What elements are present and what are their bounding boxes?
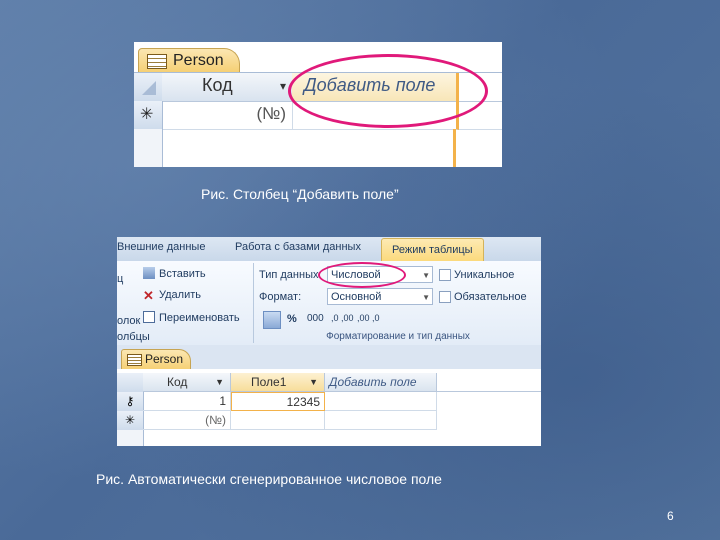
insert-column-label: Вставить: [159, 268, 206, 280]
key-icon: ⚷: [125, 394, 135, 408]
chevron-down-icon[interactable]: ▼: [215, 373, 224, 392]
highlight-ellipse-add-field: [288, 54, 488, 128]
new-record-icon: ✳: [140, 106, 154, 123]
add-field-column-body: [292, 129, 456, 167]
required-checkbox[interactable]: [439, 291, 451, 303]
column-header-add-field-2-label: Добавить поле: [329, 375, 417, 389]
table-tab-person-2[interactable]: Person: [121, 349, 191, 370]
percent-format-button[interactable]: %: [287, 313, 297, 325]
table-tab-label: Person: [173, 52, 224, 69]
column-header-pole1-label: Поле1: [251, 375, 287, 389]
chevron-down-icon[interactable]: ▼: [309, 373, 318, 392]
caption-numeric-field: Рис. Автоматически сгенерированное число…: [96, 471, 442, 487]
chevron-down-icon: ▼: [422, 271, 430, 280]
required-label: Обязательное: [454, 291, 527, 303]
format-select[interactable]: Основной ▼: [327, 288, 433, 305]
data-type-label: Тип данных:: [259, 269, 322, 281]
empty-selector-area-2: [117, 430, 144, 446]
empty-selector-area: [134, 129, 163, 167]
currency-format-icon[interactable]: [263, 311, 281, 329]
header-filler-2: [437, 373, 541, 392]
format-value: Основной: [331, 291, 382, 303]
thousands-format-button[interactable]: 000: [307, 313, 324, 324]
caption-add-field: Рис. Столбец “Добавить поле”: [201, 186, 399, 202]
select-all-corner-2[interactable]: [117, 373, 144, 393]
row2-add-field-cell[interactable]: [325, 411, 437, 430]
unique-checkbox[interactable]: [439, 269, 451, 281]
format-group-label: Форматирование и тип данных: [326, 331, 470, 342]
ribbon-tabs: Внешние данные Работа с базами данных Ре…: [117, 237, 541, 262]
increase-decimals-button[interactable]: ,0 ,00: [331, 313, 354, 323]
tab-external-data[interactable]: Внешние данные: [117, 241, 205, 253]
table-icon: [147, 54, 167, 69]
new-row-kod-cell[interactable]: (№): [162, 101, 293, 130]
row1-add-field-cell[interactable]: [325, 392, 437, 411]
row2-pole1-cell[interactable]: [231, 411, 325, 430]
column-header-kod[interactable]: Код ▾: [162, 73, 293, 102]
decrease-decimals-button[interactable]: ,00 ,0: [357, 313, 380, 323]
rename-icon: [143, 311, 155, 323]
new-record-icon: ✳: [124, 413, 136, 427]
delete-column-label: Удалить: [159, 289, 201, 301]
new-record-selector-2[interactable]: ✳: [117, 411, 144, 431]
select-all-corner[interactable]: [134, 73, 163, 101]
column-header-kod-2[interactable]: Код ▼: [143, 373, 231, 392]
row1-kod-cell[interactable]: 1: [143, 392, 231, 411]
rename-column-label: Переименовать: [159, 312, 240, 324]
rename-column-button[interactable]: Переименовать: [143, 311, 240, 324]
corner-triangle-icon: [142, 81, 156, 95]
insert-column-button[interactable]: Вставить: [143, 267, 206, 280]
left-cut-label-1: ц: [117, 273, 124, 285]
table-tab-label-2: Person: [145, 352, 184, 366]
insert-column-icon: [143, 267, 155, 279]
chevron-down-icon[interactable]: ▾: [280, 79, 286, 93]
column-header-kod-2-label: Код: [167, 375, 188, 389]
column-header-add-field-2[interactable]: Добавить поле: [325, 373, 437, 392]
delete-x-icon: ✕: [143, 288, 154, 303]
tab-database-tools[interactable]: Работа с базами данных: [235, 241, 361, 253]
column-header-pole1[interactable]: Поле1 ▼: [231, 373, 325, 392]
column-header-kod-label: Код: [202, 75, 233, 95]
left-cut-label-3: олбцы: [117, 331, 150, 343]
new-record-selector[interactable]: ✳: [134, 101, 163, 130]
table-icon: [127, 354, 142, 366]
ribbon-separator: [253, 263, 254, 343]
delete-column-button[interactable]: ✕ Удалить: [143, 289, 201, 302]
table-tab-strip-2: Person: [117, 345, 541, 370]
highlight-ellipse-data-type: [318, 262, 406, 288]
autonumber-placeholder: (№): [256, 104, 286, 123]
row1-pole1-cell[interactable]: 12345: [231, 392, 325, 411]
datasheet-grid-2: Код ▼ Поле1 ▼ Добавить поле ⚷ 1 12345 ✳ (№…: [117, 369, 541, 446]
table-tab-person[interactable]: Person: [138, 48, 240, 73]
page-number: 6: [667, 509, 674, 523]
unique-label: Уникальное: [454, 269, 515, 281]
format-label: Формат:: [259, 291, 302, 303]
chevron-down-icon: ▼: [422, 293, 430, 302]
record-selector-1[interactable]: ⚷: [117, 392, 144, 412]
row2-kod-cell[interactable]: (№): [143, 411, 231, 430]
tab-datasheet-mode[interactable]: Режим таблицы: [381, 238, 484, 262]
left-cut-label-2: олок: [117, 315, 141, 327]
